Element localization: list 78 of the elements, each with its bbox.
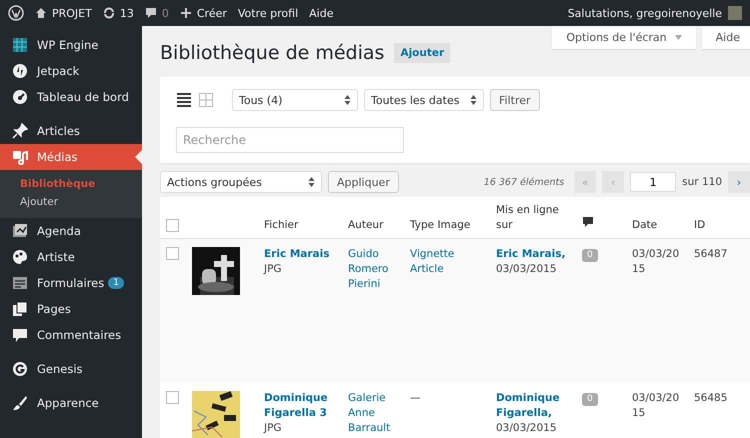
speech-bubble-icon: [12, 327, 28, 343]
home-icon: [35, 7, 47, 19]
search-field[interactable]: Recherche: [176, 127, 404, 153]
speech-bubble-icon: [144, 7, 157, 19]
bulk-actions-select[interactable]: Actions groupées: [160, 171, 322, 193]
id-cell: 56485: [694, 392, 728, 404]
media-icon: [12, 149, 28, 165]
sidebar-item[interactable]: Articles: [0, 110, 142, 144]
page-title: Bibliothèque de médias: [160, 42, 384, 64]
sidebar-item[interactable]: Agenda: [0, 218, 142, 244]
image-type-link[interactable]: Vignette Article: [410, 247, 484, 277]
sidebar-item[interactable]: Jetpack: [0, 58, 142, 84]
updates-count[interactable]: 13: [120, 6, 134, 20]
refresh-icon: [102, 7, 115, 19]
create-link[interactable]: Créer: [196, 6, 227, 20]
screen-options-tab[interactable]: Options de l'écran: [552, 26, 696, 49]
sidebar-item[interactable]: Médias: [0, 144, 142, 170]
item-count: 16 367 éléments: [484, 176, 564, 188]
wordpress-logo-icon[interactable]: [8, 5, 24, 21]
grid-icon: [12, 37, 28, 53]
greeting[interactable]: Salutations, gregoirenoyelle: [568, 6, 722, 20]
palette-icon: [12, 249, 28, 265]
date-select[interactable]: Toutes les dates: [364, 89, 484, 111]
file-link[interactable]: Dominique Figarella 3: [264, 391, 336, 421]
list-view-icon[interactable]: [176, 92, 192, 108]
page-total: sur 110: [682, 176, 722, 188]
sidebar-item[interactable]: Apparence: [0, 382, 142, 416]
avatar[interactable]: [728, 6, 742, 20]
comment-bubble-icon: [582, 216, 594, 228]
pin-icon: [12, 123, 28, 139]
author-link[interactable]: Galerie Anne Barrault: [348, 391, 398, 436]
upload-date: 03/03/2015: [496, 420, 558, 436]
apply-button[interactable]: Appliquer: [328, 171, 399, 193]
sidebar-item[interactable]: WP Engine: [0, 32, 142, 58]
site-link[interactable]: PROJET: [52, 6, 92, 20]
count-badge: 1: [108, 277, 124, 289]
add-button[interactable]: Ajouter: [394, 43, 450, 63]
sidebar-item[interactable]: Tableau de bord: [0, 84, 142, 110]
date-cell-text: 03/03/20 15: [632, 247, 680, 277]
file-type: JPG: [264, 420, 283, 436]
profile-link[interactable]: Votre profil: [238, 6, 298, 20]
type-select[interactable]: Tous (4): [232, 89, 358, 111]
grid-view-icon[interactable]: [198, 92, 214, 108]
bolt-icon: [12, 63, 28, 79]
dropdown-arrow-icon: [674, 35, 682, 40]
image-type: —: [410, 391, 422, 406]
file-type: JPG: [264, 262, 283, 277]
circle-letter-icon: [12, 361, 28, 377]
select-arrows-icon: [308, 176, 315, 188]
help-tab[interactable]: Aide: [702, 26, 750, 49]
filter-button[interactable]: Filtrer: [490, 89, 540, 111]
select-arrows-icon: [344, 94, 351, 106]
next-page-button[interactable]: ›: [728, 171, 750, 193]
attached-post-link[interactable]: Dominique Figarella,: [496, 391, 570, 421]
brush-icon: [12, 395, 28, 411]
image-icon: [12, 223, 28, 239]
help-link[interactable]: Aide: [309, 6, 334, 20]
sidebar-item[interactable]: Artiste: [0, 244, 142, 270]
attached-post-link[interactable]: Eric Marais,: [496, 247, 570, 262]
file-link[interactable]: Eric Marais: [264, 247, 336, 262]
sidebar-item[interactable]: Pages: [0, 296, 142, 322]
id-cell: 56487: [694, 248, 728, 260]
row-checkbox[interactable]: [166, 391, 179, 404]
pages-icon: [12, 301, 28, 317]
sidebar-item[interactable]: Formulaires 1: [0, 270, 142, 296]
plus-icon: [180, 7, 192, 19]
page-field[interactable]: 1: [630, 172, 676, 192]
comments-count[interactable]: 0: [162, 6, 169, 20]
sidebar-item[interactable]: Commentaires: [0, 322, 142, 348]
upload-date: 03/03/2015: [496, 262, 558, 277]
form-icon: [12, 275, 28, 291]
gauge-icon: [12, 89, 28, 105]
date-cell-text: 03/03/20 15: [632, 391, 680, 421]
select-arrows-icon: [470, 94, 477, 106]
row-checkbox[interactable]: [166, 247, 179, 260]
select-all-checkbox[interactable]: [166, 219, 179, 232]
sidebar-item[interactable]: Genesis: [0, 348, 142, 382]
submenu-item[interactable]: Ajouter: [0, 193, 142, 211]
